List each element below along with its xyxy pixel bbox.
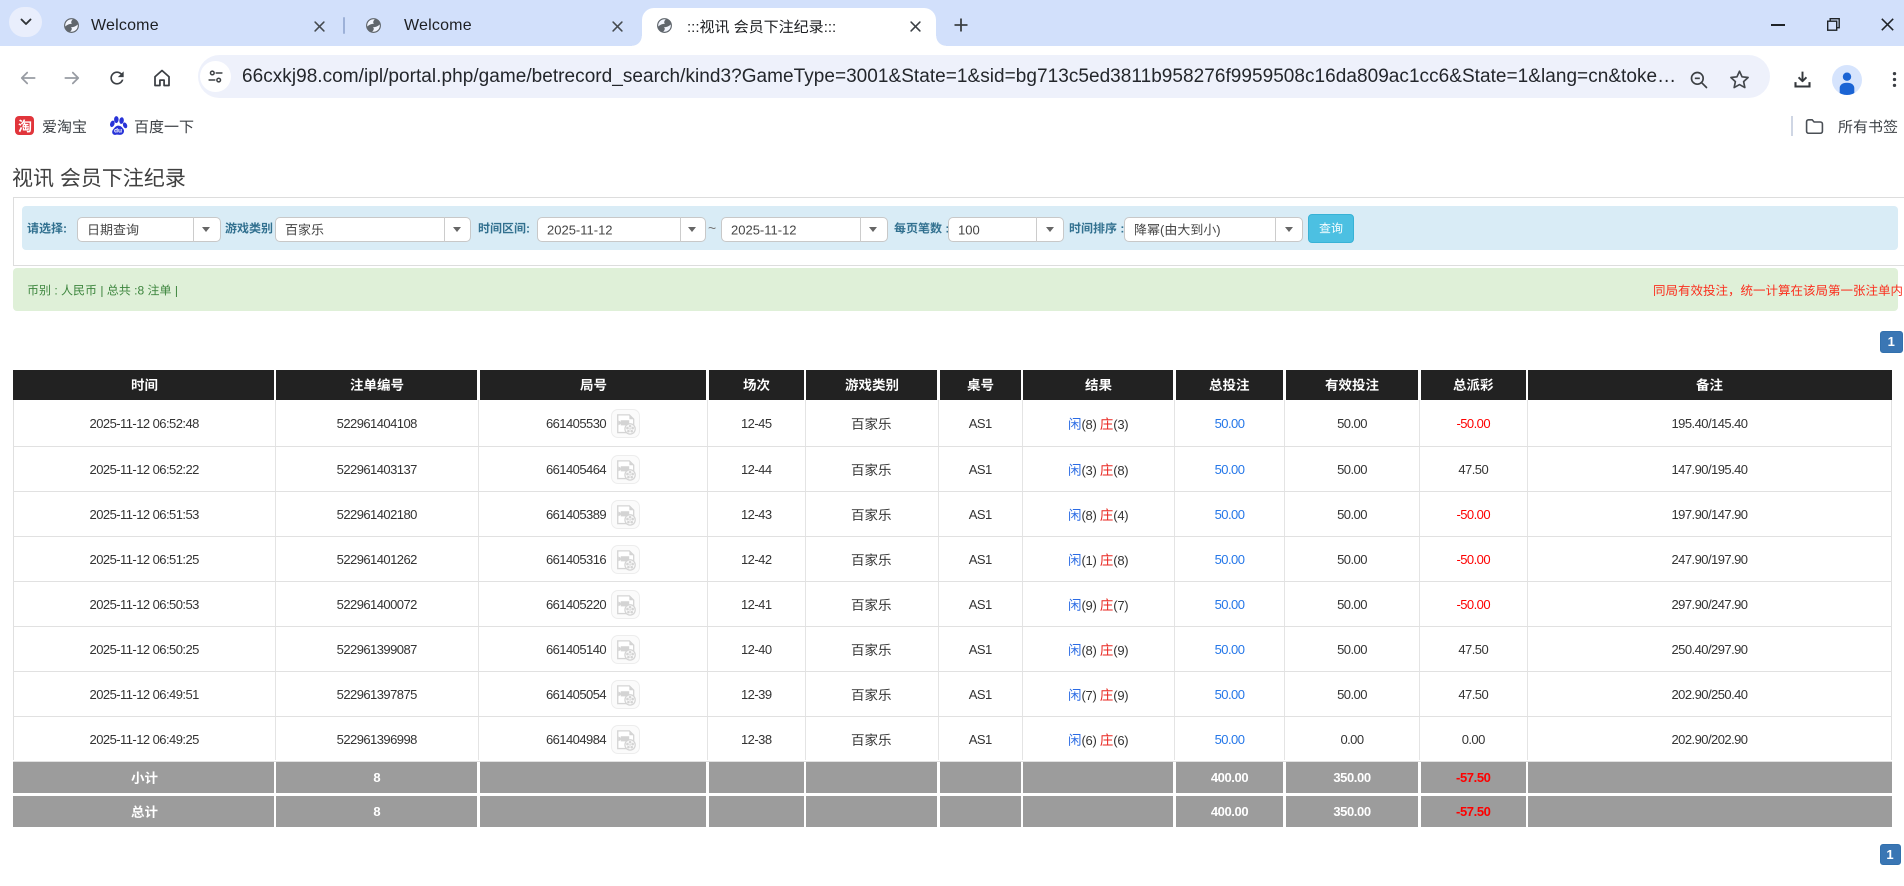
svg-text:(6): (6) — [1081, 733, 1096, 748]
svg-text:(9): (9) — [1113, 643, 1128, 658]
svg-text:2025-11-12: 2025-11-12 — [547, 222, 613, 237]
svg-text:(1): (1) — [1081, 553, 1096, 568]
svg-text:(7): (7) — [1081, 688, 1096, 703]
svg-text:(8): (8) — [1081, 416, 1096, 431]
svg-text:(4): (4) — [1113, 508, 1128, 523]
svg-text:): ) — [1217, 222, 1221, 237]
svg-text::: : — [63, 222, 67, 236]
svg-text::: : — [51, 283, 61, 297]
svg-text:du: du — [114, 128, 122, 135]
svg-text::8: :8 — [131, 283, 148, 297]
svg-text:(8): (8) — [1081, 643, 1096, 658]
svg-text:(: ( — [1160, 222, 1165, 237]
svg-text:|: | — [172, 283, 178, 297]
svg-text:(9): (9) — [1113, 688, 1128, 703]
svg-text:(7): (7) — [1113, 598, 1128, 613]
svg-text:(6): (6) — [1113, 733, 1128, 748]
svg-text::: : — [1117, 222, 1124, 236]
svg-text:|: | — [97, 283, 107, 297]
svg-text:100: 100 — [958, 222, 980, 237]
svg-text::::: ::: — [824, 19, 837, 36]
svg-text::::: ::: — [687, 19, 700, 36]
svg-text:(9): (9) — [1081, 598, 1096, 613]
svg-text:(8): (8) — [1081, 508, 1096, 523]
svg-text:(8): (8) — [1113, 462, 1128, 477]
svg-text::: : — [526, 222, 530, 236]
svg-text:(8): (8) — [1113, 553, 1128, 568]
svg-text:2025-11-12: 2025-11-12 — [731, 222, 797, 237]
svg-text:(3): (3) — [1113, 416, 1128, 431]
svg-text:(3): (3) — [1081, 462, 1096, 477]
